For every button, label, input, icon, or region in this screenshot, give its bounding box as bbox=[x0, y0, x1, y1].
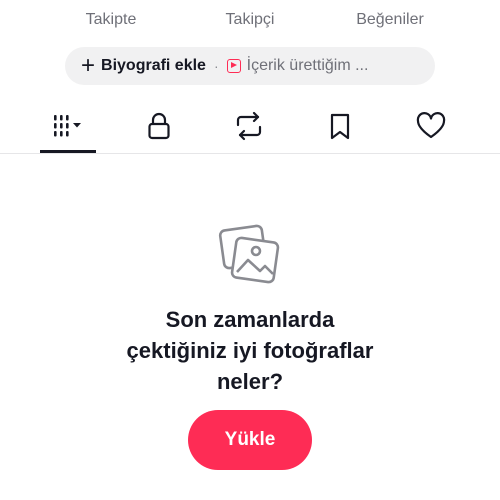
bio-chip[interactable]: + Biyografi ekle · İçerik ürettiğim ... bbox=[65, 47, 435, 85]
tab-videos[interactable] bbox=[40, 108, 96, 144]
grid-icon bbox=[54, 115, 81, 137]
empty-state-title-line: neler? bbox=[216, 369, 284, 394]
tab-liked[interactable] bbox=[403, 108, 459, 144]
stat-likes-label: Beğeniler bbox=[356, 11, 424, 28]
tab-private[interactable] bbox=[131, 108, 187, 144]
tab-reposts[interactable] bbox=[221, 108, 277, 144]
photos-icon bbox=[218, 224, 282, 286]
lock-icon bbox=[148, 112, 170, 140]
content-category-link[interactable]: İçerik ürettiğim ... bbox=[247, 57, 369, 75]
stat-followers-label: Takipçi bbox=[225, 11, 275, 28]
upload-button[interactable]: Yükle bbox=[188, 410, 312, 470]
tab-favorites[interactable] bbox=[312, 108, 368, 144]
separator: · bbox=[213, 58, 219, 74]
stat-followers-count bbox=[180, 0, 320, 6]
stat-following-count bbox=[41, 0, 181, 6]
play-square-icon bbox=[226, 59, 241, 73]
empty-state-title-line: çektiğiniz iyi fotoğraflar bbox=[126, 338, 374, 363]
stat-following-label: Takipte bbox=[85, 11, 137, 28]
heart-icon bbox=[416, 112, 446, 139]
bookmark-icon bbox=[330, 113, 350, 140]
add-bio-link[interactable]: Biyografi ekle bbox=[101, 57, 206, 75]
stat-likes[interactable]: Beğeniler bbox=[320, 0, 460, 30]
stat-likes-count bbox=[320, 0, 460, 6]
plus-icon: + bbox=[81, 52, 96, 79]
tabs-divider bbox=[0, 153, 500, 154]
repost-icon bbox=[236, 111, 262, 141]
empty-state-title-line: Son zamanlarda bbox=[165, 307, 335, 332]
stat-following[interactable]: Takipte bbox=[41, 0, 181, 30]
empty-state-title: Son zamanlarda çektiğiniz iyi fotoğrafla… bbox=[0, 304, 500, 397]
profile-tabs bbox=[0, 100, 500, 154]
stat-followers[interactable]: Takipçi bbox=[180, 0, 320, 30]
profile-stats: Takipte Takipçi Beğeniler bbox=[0, 0, 500, 32]
